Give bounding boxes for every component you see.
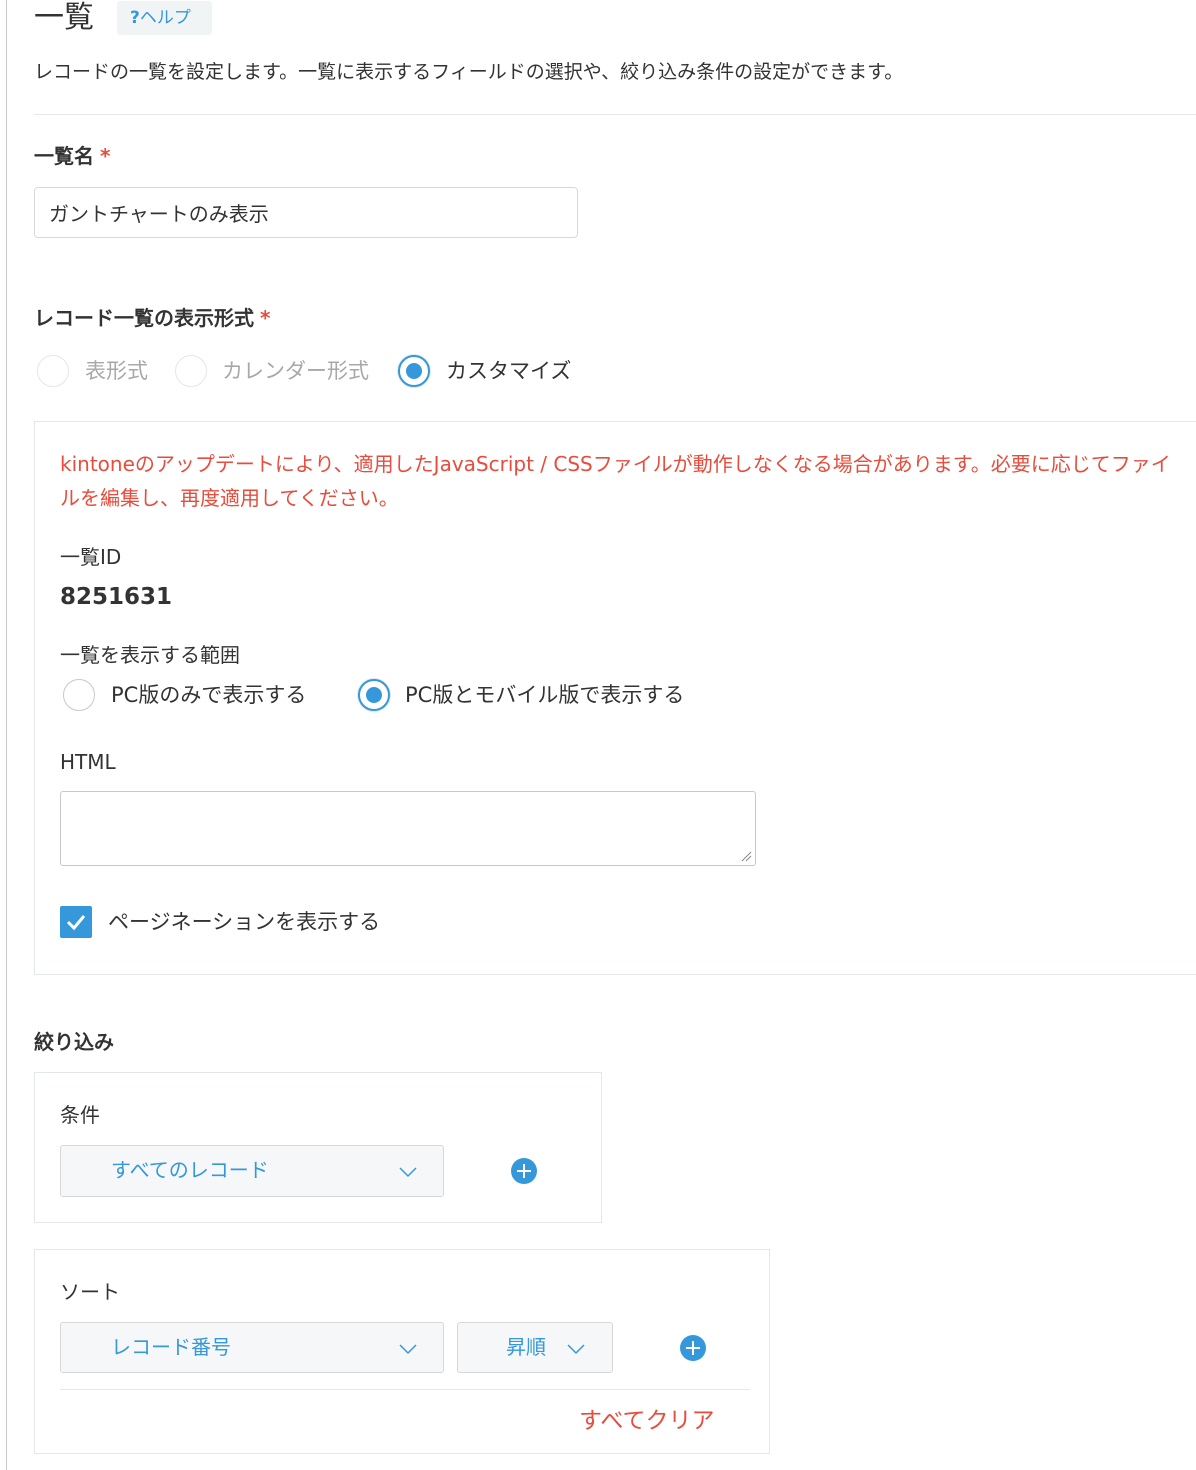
required-mark: * [100,144,111,168]
pagination-checkbox[interactable] [60,906,92,938]
left-border [0,0,7,1470]
required-mark: * [260,306,271,330]
help-button[interactable]: ?ヘルプ [117,1,212,35]
sort-field-select[interactable]: レコード番号 [60,1322,444,1373]
sort-order-value: 昇順 [506,1335,546,1359]
check-icon [66,915,86,931]
condition-label: 条件 [60,1103,100,1127]
condition-select-value: すべてのレコード [111,1158,269,1182]
page-description: レコードの一覧を設定します。一覧に表示するフィールドの選択や、絞り込み条件の設定… [34,61,904,83]
help-question-icon: ? [130,8,140,28]
radio-calendar-format-label: カレンダー形式 [222,359,369,383]
resize-grip-icon[interactable] [740,850,752,862]
page-title: 一覧 [34,0,94,35]
radio-customize[interactable] [398,355,430,387]
sort-order-select[interactable]: 昇順 [457,1322,613,1373]
condition-select[interactable]: すべてのレコード [60,1145,444,1197]
chevron-down-icon [399,1344,417,1355]
help-label: ヘルプ [139,8,191,28]
html-label: HTML [60,750,116,774]
view-name-input[interactable] [34,187,578,238]
sort-field-value: レコード番号 [111,1335,231,1359]
display-format-label-text: レコード一覧の表示形式 [34,306,254,330]
html-textarea[interactable] [60,791,756,866]
filter-section-label: 絞り込み [34,1030,114,1054]
radio-pc-and-mobile-label: PC版とモバイル版で表示する [405,683,685,707]
display-format-label: レコード一覧の表示形式 * [34,304,270,332]
radio-table-format[interactable] [37,355,69,387]
sort-divider [60,1389,750,1390]
view-id-label: 一覧ID [60,545,122,569]
clear-all-link[interactable]: すべてクリア [579,1405,714,1437]
radio-customize-label: カスタマイズ [446,359,572,383]
view-name-label-text: 一覧名 [34,144,94,168]
pagination-label: ページネーションを表示する [108,910,381,934]
chevron-down-icon [567,1344,585,1355]
display-scope-label: 一覧を表示する範囲 [60,643,240,667]
radio-table-format-label: 表形式 [85,359,148,383]
sort-label: ソート [60,1280,120,1304]
radio-pc-and-mobile[interactable] [358,679,390,711]
view-id-value: 8251631 [60,584,173,610]
radio-pc-only[interactable] [63,679,95,711]
add-sort-button[interactable] [680,1335,706,1361]
chevron-down-icon [399,1167,417,1178]
header-divider [34,114,1196,115]
view-name-label: 一覧名 * [34,142,110,170]
js-css-warning: kintoneのアップデートにより、適用したJavaScript / CSSファ… [60,452,1171,510]
add-condition-button[interactable] [511,1158,537,1184]
radio-calendar-format[interactable] [175,355,207,387]
radio-pc-only-label: PC版のみで表示する [111,683,307,707]
